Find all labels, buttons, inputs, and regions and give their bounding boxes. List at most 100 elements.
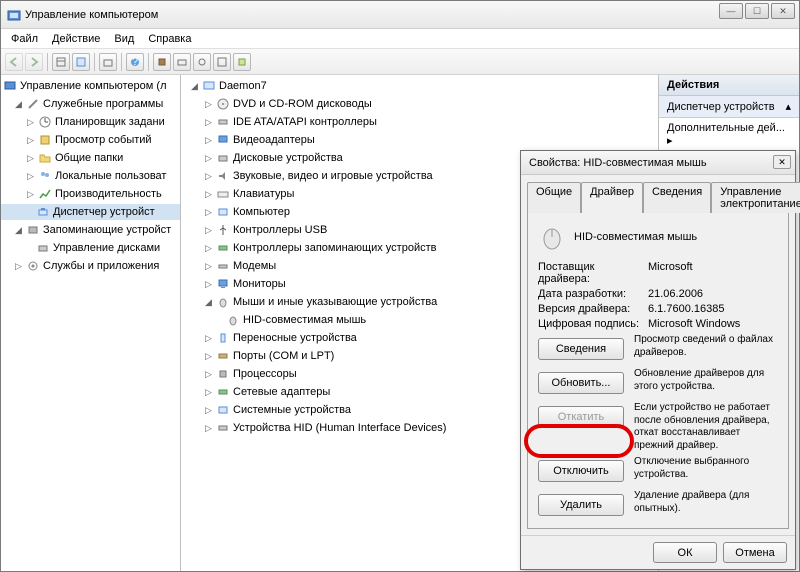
- expand-icon[interactable]: ▷: [26, 135, 35, 146]
- menu-help[interactable]: Справка: [142, 31, 197, 47]
- disable-button[interactable]: Отключить: [538, 460, 624, 482]
- tree-item-events[interactable]: ▷Просмотр событий: [1, 132, 180, 148]
- expand-icon[interactable]: ▷: [204, 189, 213, 200]
- expand-icon[interactable]: ▷: [204, 171, 213, 182]
- expand-icon[interactable]: ◢: [204, 297, 213, 308]
- expand-icon[interactable]: ▷: [14, 261, 23, 272]
- expand-icon[interactable]: ▷: [26, 153, 35, 164]
- expand-icon[interactable]: ▷: [204, 405, 213, 416]
- toolbar-btn-4[interactable]: [153, 53, 171, 71]
- actions-more[interactable]: Дополнительные дей... ▸: [659, 118, 799, 151]
- button-desc: Если устройство не работает после обновл…: [634, 402, 778, 452]
- mouse-icon: [538, 223, 566, 251]
- expand-icon[interactable]: ▷: [204, 387, 213, 398]
- expand-icon[interactable]: ▷: [204, 207, 213, 218]
- tree-item-scheduler[interactable]: ▷Планировщик задани: [1, 114, 180, 130]
- expand-icon[interactable]: ▷: [204, 243, 213, 254]
- usb-icon: [216, 223, 230, 237]
- expand-icon[interactable]: ◢: [14, 225, 23, 236]
- actions-more-label: Дополнительные дей...: [667, 122, 785, 134]
- expand-icon[interactable]: ▷: [204, 351, 213, 362]
- device-cat-dvd[interactable]: ▷ DVD и CD-ROM дисководы: [181, 96, 658, 112]
- expand-icon[interactable]: ▷: [204, 261, 213, 272]
- expand-icon[interactable]: ▷: [26, 171, 35, 182]
- expand-icon[interactable]: ◢: [190, 81, 199, 92]
- back-button[interactable]: [5, 53, 23, 71]
- display-icon: [216, 133, 230, 147]
- device-cat-ide[interactable]: ▷IDE ATA/ATAPI контроллеры: [181, 114, 658, 130]
- tree-item-users[interactable]: ▷ Локальные пользоват: [1, 168, 180, 184]
- toolbar-btn-7[interactable]: [213, 53, 231, 71]
- expand-icon[interactable]: ▷: [204, 135, 213, 146]
- actions-section[interactable]: Диспетчер устройств▴: [659, 96, 799, 118]
- rollback-button[interactable]: Откатить: [538, 406, 624, 428]
- details-button[interactable]: Сведения: [538, 338, 624, 360]
- expand-icon[interactable]: ▷: [26, 117, 35, 128]
- cancel-button[interactable]: Отмена: [723, 542, 787, 563]
- button-desc: Удаление драйвера (для опытных).: [634, 490, 778, 515]
- svg-text:?: ?: [132, 57, 138, 67]
- expand-icon[interactable]: ▷: [204, 423, 213, 434]
- expand-icon[interactable]: ▷: [204, 99, 213, 110]
- minimize-button[interactable]: —: [719, 3, 743, 19]
- tree-item-perf[interactable]: ▷Производительность: [1, 186, 180, 202]
- tab-power[interactable]: Управление электропитанием: [711, 182, 800, 213]
- remove-button[interactable]: Удалить: [538, 494, 624, 516]
- device-label: Контроллеры USB: [233, 224, 327, 236]
- tree-label: Локальные пользоват: [55, 170, 166, 182]
- tab-driver[interactable]: Драйвер: [581, 182, 643, 213]
- update-button[interactable]: Обновить...: [538, 372, 624, 394]
- button-desc: Отключение выбранного устройства.: [634, 456, 778, 481]
- ok-button[interactable]: ОК: [653, 542, 717, 563]
- expand-icon[interactable]: ▷: [26, 189, 35, 200]
- expand-icon[interactable]: ◢: [14, 99, 23, 110]
- tree-group-storage[interactable]: ◢ Запоминающие устройст: [1, 222, 180, 238]
- tab-details[interactable]: Сведения: [643, 182, 711, 213]
- row-rollback-button: Откатить Если устройство не работает пос…: [538, 402, 778, 452]
- device-label: Компьютер: [233, 206, 290, 218]
- device-root[interactable]: ◢Daemon7: [181, 78, 658, 94]
- close-button[interactable]: ✕: [771, 3, 795, 19]
- tree-item-disk-mgmt[interactable]: Управление дисками: [1, 240, 180, 256]
- expand-icon[interactable]: ▷: [204, 369, 213, 380]
- toolbar-btn-6[interactable]: [193, 53, 211, 71]
- help-button[interactable]: ?: [126, 53, 144, 71]
- menu-view[interactable]: Вид: [108, 31, 140, 47]
- computer-icon: [202, 79, 216, 93]
- expand-icon[interactable]: ▷: [204, 225, 213, 236]
- window-title: Управление компьютером: [25, 9, 158, 21]
- tree-label: Управление дисками: [53, 242, 160, 254]
- properties-dialog: Свойства: HID-совместимая мышь ✕ Общие Д…: [520, 150, 796, 570]
- tree-group-utilities[interactable]: ◢Служебные программы: [1, 96, 180, 112]
- device-label: DVD и CD-ROM дисководы: [233, 98, 372, 110]
- label: Дата разработки:: [538, 288, 648, 300]
- expand-icon[interactable]: ▷: [204, 333, 213, 344]
- toolbar-btn-1[interactable]: [52, 53, 70, 71]
- tree-root[interactable]: Управление компьютером (л: [1, 78, 180, 94]
- toolbar-btn-8[interactable]: [233, 53, 251, 71]
- row-vendor: Поставщик драйвера:Microsoft: [538, 261, 778, 285]
- expand-icon[interactable]: ▷: [204, 153, 213, 164]
- dialog-close-button[interactable]: ✕: [773, 155, 791, 169]
- expand-icon[interactable]: ▷: [204, 117, 213, 128]
- device-label: Звуковые, видео и игровые устройства: [233, 170, 433, 182]
- menu-action[interactable]: Действие: [46, 31, 106, 47]
- expand-icon[interactable]: ▷: [204, 279, 213, 290]
- tree-item-shared[interactable]: ▷Общие папки: [1, 150, 180, 166]
- tree-item-device-manager[interactable]: Диспетчер устройст: [1, 204, 180, 220]
- menu-file[interactable]: Файл: [5, 31, 44, 47]
- clock-icon: [38, 115, 52, 129]
- forward-button[interactable]: [25, 53, 43, 71]
- row-disable-button: Отключить Отключение выбранного устройст…: [538, 456, 778, 486]
- dialog-tabs: Общие Драйвер Сведения Управление электр…: [521, 175, 795, 212]
- toolbar-btn-2[interactable]: [72, 53, 90, 71]
- maximize-button[interactable]: ☐: [745, 3, 769, 19]
- tree-group-services[interactable]: ▷Службы и приложения: [1, 258, 180, 274]
- row-date: Дата разработки:21.06.2006: [538, 288, 778, 300]
- device-cat-video[interactable]: ▷Видеоадаптеры: [181, 132, 658, 148]
- toolbar-btn-3[interactable]: [99, 53, 117, 71]
- device-label: Мониторы: [233, 278, 286, 290]
- tree-label: Запоминающие устройст: [43, 224, 171, 236]
- tab-general[interactable]: Общие: [527, 182, 581, 213]
- toolbar-btn-5[interactable]: [173, 53, 191, 71]
